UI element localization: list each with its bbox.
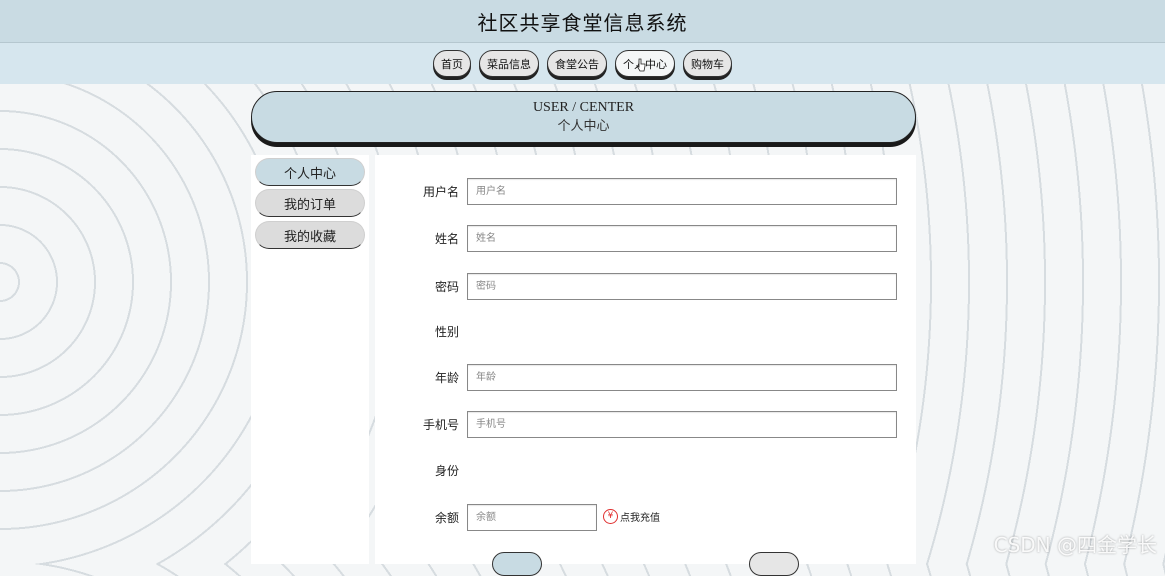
name-input[interactable] <box>467 225 897 252</box>
mouse-pointer-icon <box>636 58 646 72</box>
gender-label: 性别 <box>434 325 459 339</box>
recharge-link[interactable]: ¥ 点我充值 <box>603 509 660 524</box>
age-input[interactable] <box>467 364 897 391</box>
logout-button[interactable] <box>749 552 799 576</box>
form-row-balance: 余额 ¥ 点我充值 <box>375 504 916 532</box>
identity-label: 身份 <box>434 464 459 478</box>
app-title: 社区共享食堂信息系统 <box>477 10 688 35</box>
age-label: 年龄 <box>434 371 459 385</box>
watermark: CSDN @四金学长 <box>993 533 1157 557</box>
username-label: 用户名 <box>422 185 459 199</box>
recharge-label: 点我充值 <box>620 513 660 524</box>
sidebar-item-user-center[interactable]: 个人中心 <box>255 158 365 186</box>
form-row-identity: 身份 <box>375 457 916 485</box>
sidebar-item-my-orders[interactable]: 我的订单 <box>255 189 365 217</box>
balance-input[interactable] <box>467 504 597 531</box>
header-title-en: USER / CENTER <box>532 100 635 115</box>
form-row-name: 姓名 <box>375 225 916 253</box>
nav-bar: 首页 菜品信息 食堂公告 个人中心 购物车 <box>0 43 1165 84</box>
sidebar-item-my-favorites[interactable]: 我的收藏 <box>255 221 365 249</box>
form-row-gender: 性别 <box>375 318 916 346</box>
nav-dishes-button[interactable]: 菜品信息 <box>479 50 539 77</box>
sidebar: 个人中心 我的订单 我的收藏 <box>251 155 369 564</box>
balance-label: 余额 <box>434 511 459 525</box>
phone-label: 手机号 <box>422 418 459 432</box>
nav-notice-button[interactable]: 食堂公告 <box>547 50 607 77</box>
nav-cart-button[interactable]: 购物车 <box>683 50 732 77</box>
form-row-password: 密码 <box>375 273 916 301</box>
title-bar: 社区共享食堂信息系统 <box>0 0 1165 43</box>
password-input[interactable] <box>467 273 897 300</box>
yen-icon: ¥ <box>603 509 618 524</box>
form-row-phone: 手机号 <box>375 411 916 439</box>
update-button[interactable] <box>492 552 542 576</box>
name-label: 姓名 <box>434 232 459 246</box>
form-row-age: 年龄 <box>375 364 916 392</box>
username-input[interactable] <box>467 178 897 205</box>
password-label: 密码 <box>434 280 459 294</box>
nav-home-button[interactable]: 首页 <box>433 50 471 77</box>
section-header: USER / CENTER 个人中心 <box>251 91 916 143</box>
form-row-username: 用户名 <box>375 178 916 206</box>
profile-form: 用户名 姓名 密码 性别 年龄 手机号 身份 余额 ¥ 点我充值 <box>375 155 916 576</box>
phone-input[interactable] <box>467 411 897 438</box>
header-title-cn: 个人中心 <box>557 118 610 133</box>
